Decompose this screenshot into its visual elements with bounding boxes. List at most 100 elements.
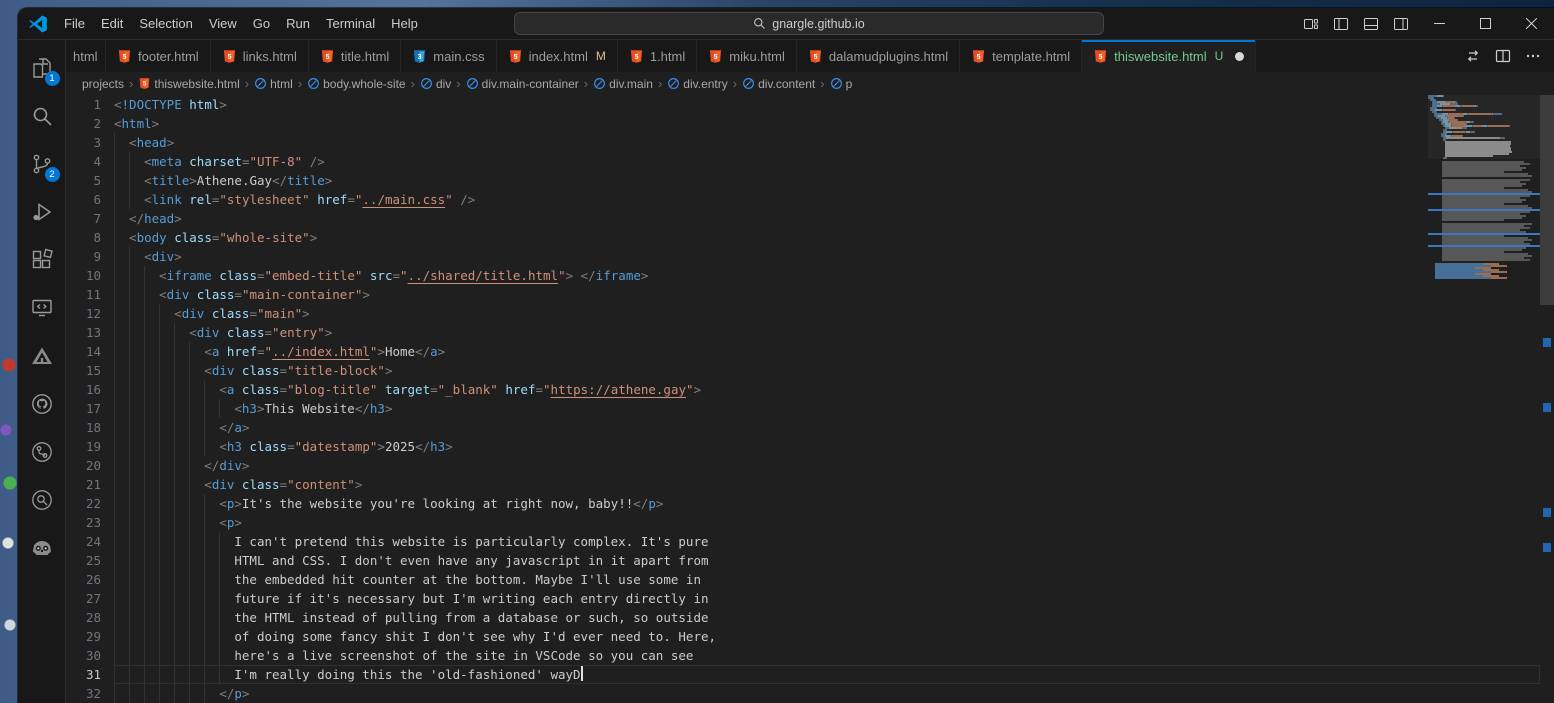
code-line-30[interactable]: 30 here's a live screenshot of the site i… — [66, 646, 1540, 665]
breadcrumb-item-html[interactable]: html — [254, 77, 293, 91]
line-content[interactable]: <div class="main-container"> — [114, 285, 1540, 304]
line-content[interactable]: <div class="content"> — [114, 475, 1540, 494]
line-content[interactable]: <div class="title-block"> — [114, 361, 1540, 380]
code-line-19[interactable]: 19 <h3 class="datestamp">2025</h3> — [66, 437, 1540, 456]
line-number[interactable]: 7 — [66, 209, 101, 228]
line-content[interactable]: <!DOCTYPE html> — [114, 95, 1540, 114]
tab-index-html[interactable]: 5index.htmlM — [497, 40, 618, 72]
code-line-13[interactable]: 13 <div class="entry"> — [66, 323, 1540, 342]
code-line-5[interactable]: 5<title>Athene.Gay</title> — [66, 171, 1540, 190]
activity-extensions[interactable] — [18, 236, 66, 284]
line-content[interactable]: <div> — [114, 247, 1540, 266]
line-content[interactable]: <iframe class="embed-title" src="../shar… — [114, 266, 1540, 285]
vertical-scrollbar[interactable] — [1540, 95, 1554, 703]
line-number[interactable]: 29 — [66, 627, 101, 646]
line-content[interactable]: I'm really doing this the 'old-fashioned… — [114, 665, 1540, 684]
line-number[interactable]: 22 — [66, 494, 101, 513]
code-line-3[interactable]: 3<head> — [66, 133, 1540, 152]
line-content[interactable]: <h3 class="datestamp">2025</h3> — [114, 437, 1540, 456]
tab-footer-html[interactable]: 5footer.html — [106, 40, 211, 72]
code-line-26[interactable]: 26the embedded hit counter at the bottom… — [66, 570, 1540, 589]
code-line-7[interactable]: 7 </head> — [66, 209, 1540, 228]
tab-html[interactable]: html — [66, 40, 106, 72]
line-content[interactable]: here's a live screenshot of the site in … — [114, 646, 1540, 665]
line-number[interactable]: 27 — [66, 589, 101, 608]
line-content[interactable]: <a href="../index.html">Home</a> — [114, 342, 1540, 361]
line-number[interactable]: 19 — [66, 437, 101, 456]
code-line-20[interactable]: 20</div> — [66, 456, 1540, 475]
line-number[interactable]: 32 — [66, 684, 101, 703]
code-line-25[interactable]: 25HTML and CSS. I don't even have any ja… — [66, 551, 1540, 570]
line-number[interactable]: 11 — [66, 285, 101, 304]
activity-godot-tools[interactable] — [18, 524, 66, 572]
line-number[interactable]: 8 — [66, 228, 101, 247]
tab-dalamudplugins-html[interactable]: 5dalamudplugins.html — [797, 40, 960, 72]
menu-item-file[interactable]: File — [56, 12, 93, 35]
menu-item-selection[interactable]: Selection — [131, 12, 200, 35]
tab-thiswebsite-html[interactable]: 5thiswebsite.htmlU — [1082, 40, 1256, 72]
activity-run-and-debug[interactable] — [18, 188, 66, 236]
line-content[interactable]: <p> — [114, 513, 1540, 532]
activity-gitlens[interactable] — [18, 476, 66, 524]
code-line-4[interactable]: 4<meta charset="UTF-8" /> — [66, 152, 1540, 171]
toggle-panel-icon[interactable] — [1357, 13, 1385, 35]
code-line-8[interactable]: 8<body class="whole-site"> — [66, 228, 1540, 247]
breadcrumb-item-div-main[interactable]: div.main — [593, 77, 653, 91]
menu-item-view[interactable]: View — [201, 12, 245, 35]
code-line-29[interactable]: 29of doing some fancy shit I don't see w… — [66, 627, 1540, 646]
code-line-18[interactable]: 18</a> — [66, 418, 1540, 437]
line-content[interactable]: </div> — [114, 456, 1540, 475]
line-number[interactable]: 3 — [66, 133, 101, 152]
toggle-primary-sidebar-icon[interactable] — [1327, 13, 1355, 35]
split-editor-icon[interactable] — [1490, 44, 1516, 68]
line-number[interactable]: 25 — [66, 551, 101, 570]
breadcrumb-item-div-main-container[interactable]: div.main-container — [466, 77, 579, 91]
code-line-24[interactable]: 24I can't pretend this website is partic… — [66, 532, 1540, 551]
line-content[interactable]: </p> — [114, 684, 1540, 703]
line-number[interactable]: 28 — [66, 608, 101, 627]
activity-explorer[interactable]: 1 — [18, 44, 66, 92]
line-content[interactable]: future if it's necessary but I'm writing… — [114, 589, 1540, 608]
line-number[interactable]: 30 — [66, 646, 101, 665]
line-number[interactable]: 21 — [66, 475, 101, 494]
line-number[interactable]: 15 — [66, 361, 101, 380]
code-line-32[interactable]: 32 </p> — [66, 684, 1540, 703]
maximize-button[interactable] — [1462, 8, 1508, 40]
line-number[interactable]: 10 — [66, 266, 101, 285]
menu-item-run[interactable]: Run — [278, 12, 318, 35]
activity-remote-explorer[interactable] — [18, 284, 66, 332]
line-number[interactable]: 13 — [66, 323, 101, 342]
tab-miku-html[interactable]: 5miku.html — [697, 40, 797, 72]
line-number[interactable]: 12 — [66, 304, 101, 323]
code-line-1[interactable]: 1<!DOCTYPE html> — [66, 95, 1540, 114]
unsaved-dot-icon[interactable] — [1235, 52, 1244, 61]
line-content[interactable]: <link rel="stylesheet" href="../main.css… — [114, 190, 1540, 209]
breadcrumb-item-div[interactable]: div — [420, 77, 451, 91]
line-content[interactable]: </head> — [114, 209, 1540, 228]
open-changes-icon[interactable] — [1460, 44, 1486, 68]
activity-search[interactable] — [18, 92, 66, 140]
code-line-17[interactable]: 17<h3>This Website</h3> — [66, 399, 1540, 418]
line-number[interactable]: 23 — [66, 513, 101, 532]
close-button[interactable] — [1508, 8, 1554, 40]
line-number[interactable]: 14 — [66, 342, 101, 361]
breadcrumb-item-body-whole-site[interactable]: body.whole-site — [307, 77, 406, 91]
breadcrumb-item-div-content[interactable]: div.content — [742, 77, 815, 91]
code-line-23[interactable]: 23 <p> — [66, 513, 1540, 532]
breadcrumb-item-div-entry[interactable]: div.entry — [667, 77, 727, 91]
line-number[interactable]: 2 — [66, 114, 101, 133]
activity-extension-triangle[interactable] — [18, 332, 66, 380]
code-line-31[interactable]: 31I'm really doing this the 'old-fashion… — [66, 665, 1540, 684]
tab-title-html[interactable]: 5title.html — [309, 40, 401, 72]
menu-item-terminal[interactable]: Terminal — [318, 12, 383, 35]
code-line-6[interactable]: 6<link rel="stylesheet" href="../main.cs… — [66, 190, 1540, 209]
code-line-12[interactable]: 12<div class="main"> — [66, 304, 1540, 323]
tab-links-html[interactable]: 5links.html — [211, 40, 309, 72]
minimize-button[interactable] — [1416, 8, 1462, 40]
menu-item-go[interactable]: Go — [245, 12, 278, 35]
code-line-15[interactable]: 15 <div class="title-block"> — [66, 361, 1540, 380]
menu-item-edit[interactable]: Edit — [93, 12, 131, 35]
line-content[interactable]: <p>It's the website you're looking at ri… — [114, 494, 1540, 513]
line-content[interactable]: <h3>This Website</h3> — [114, 399, 1540, 418]
line-content[interactable]: <div class="entry"> — [114, 323, 1540, 342]
